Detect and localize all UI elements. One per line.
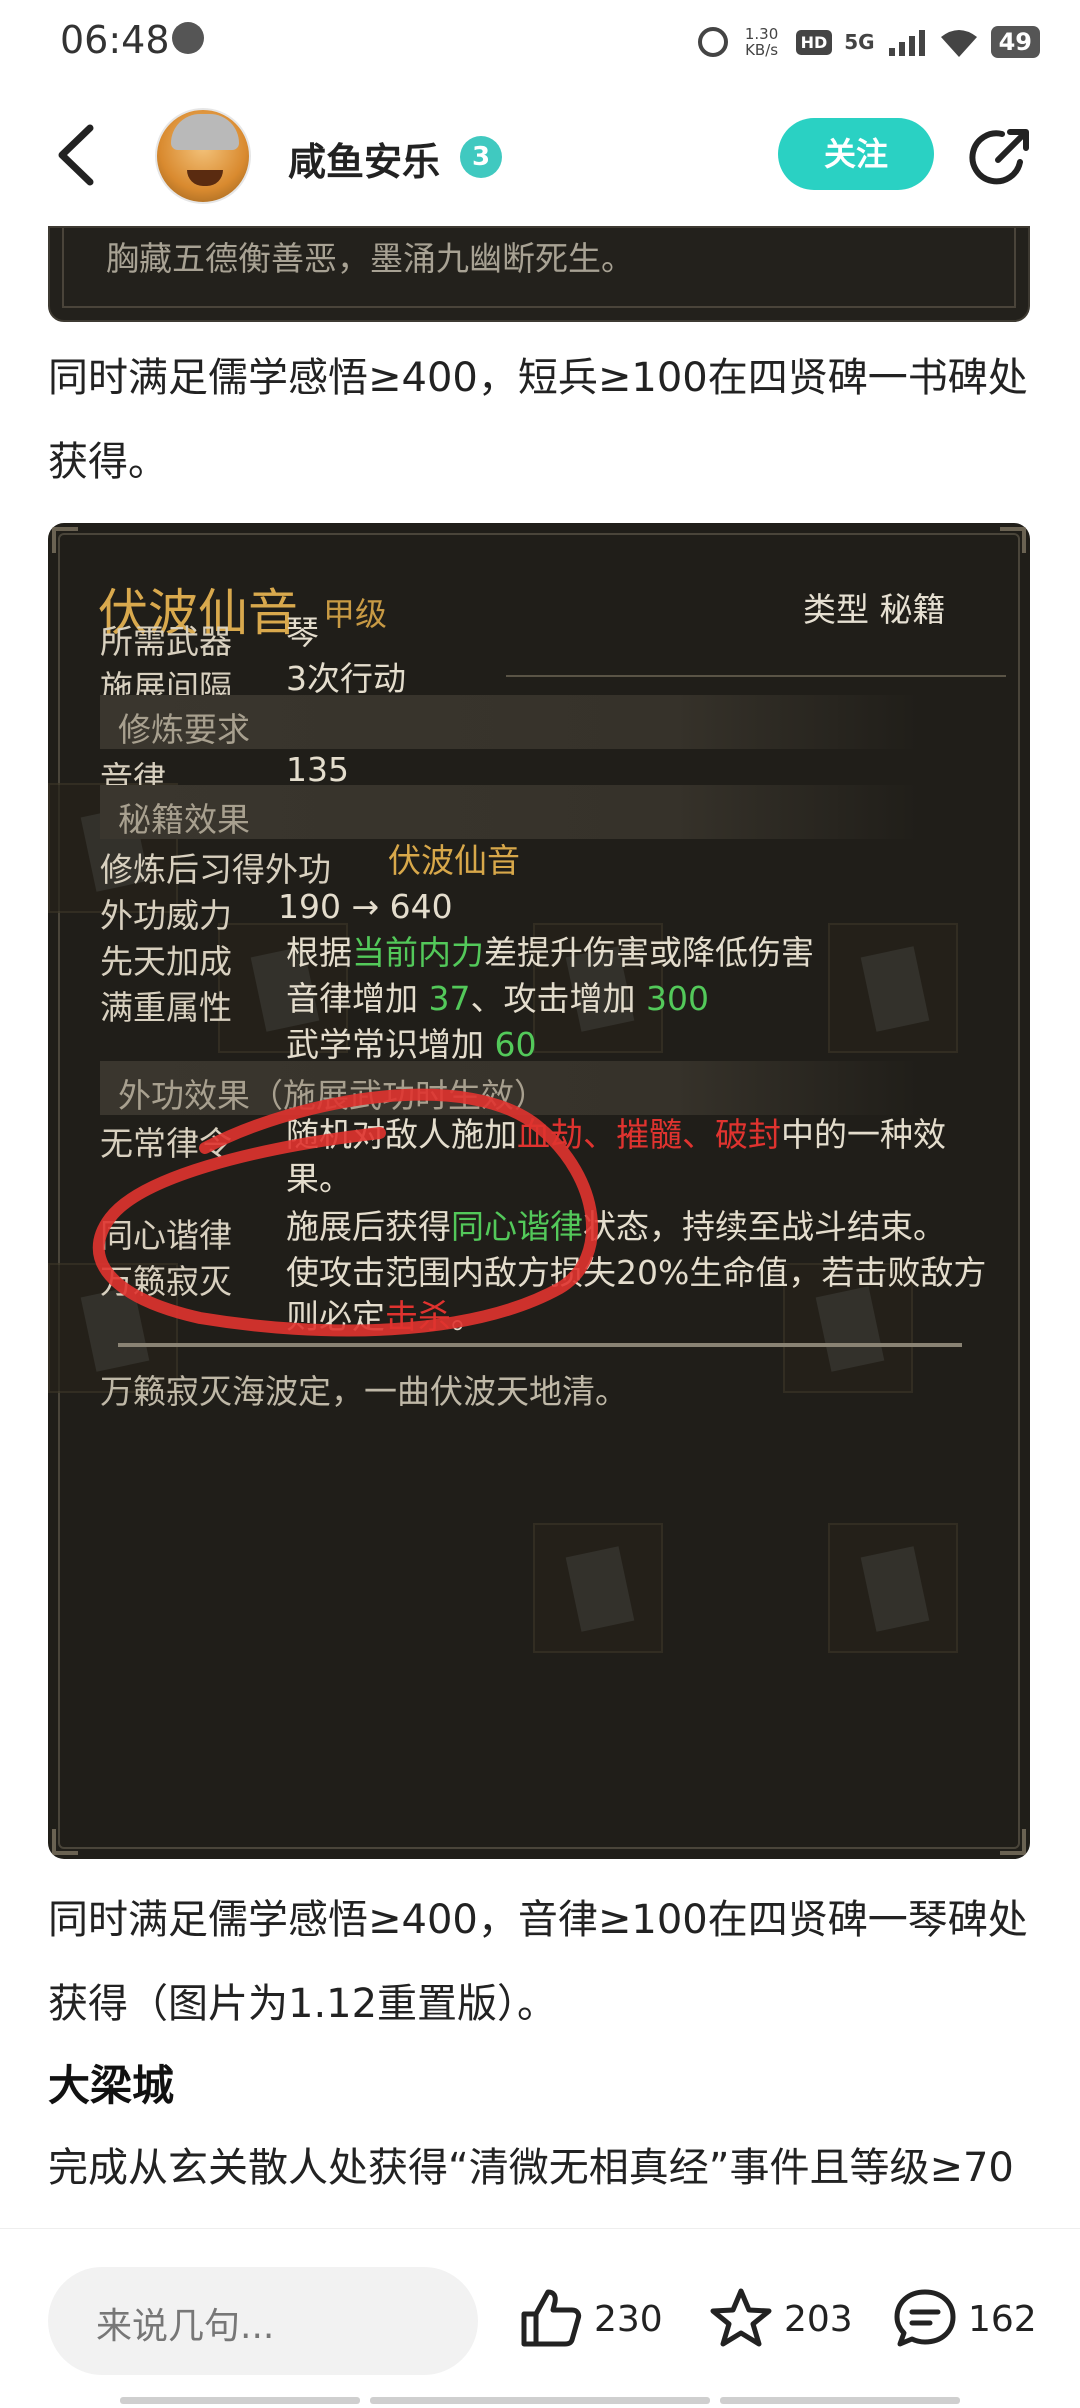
skill-card-image[interactable]: 伏波仙音 甲级 类型 秘籍 所需武器 琴 施展间隔 3次行动 修炼要求 音律 1… xyxy=(48,523,1030,1859)
avatar[interactable] xyxy=(155,108,251,204)
full-label: 满重属性 xyxy=(100,988,232,1027)
paragraph-2: 同时满足儒学感悟≥400，音律≥100在四贤碑一琴碑处获得（图片为1.12重置版… xyxy=(48,1897,1028,2027)
alarm-clock-icon xyxy=(697,27,728,57)
network-type: 5G xyxy=(844,30,875,54)
back-arrow-icon[interactable] xyxy=(48,120,108,190)
effect2-post: 状态，持续至战斗结束。 xyxy=(583,1207,946,1246)
section-effect: 秘籍效果 xyxy=(100,785,920,839)
section-outer: 外功效果（施展武功时生效） xyxy=(100,1061,920,1115)
weapon-label: 所需武器 xyxy=(100,622,232,661)
book-icon xyxy=(860,1546,930,1632)
weapon-value: 琴 xyxy=(286,613,319,652)
full-value-1: 音律增加 37、攻击增加 300 xyxy=(286,977,1006,1021)
full-text: 、攻击增加 xyxy=(470,979,646,1018)
previous-image-panel[interactable]: 胸藏五德衡善恶，墨涌九幽断死生。 xyxy=(48,226,1030,322)
status-time: 06:48 xyxy=(60,18,170,62)
avatar-helmet xyxy=(171,114,239,150)
section-title: 修炼要求 xyxy=(118,710,250,749)
full-text: 武学常识增加 xyxy=(286,1025,495,1064)
comment-count: 162 xyxy=(968,2298,1037,2340)
frame-corner xyxy=(52,1829,78,1855)
full-number: 300 xyxy=(646,979,709,1018)
effect3-value: 使攻击范围内敌方损失20%生命值，若击败敌方则必定击杀。 xyxy=(286,1251,1006,1339)
section-heading: 大梁城 xyxy=(48,2061,175,2110)
power-label: 外功威力 xyxy=(100,896,232,935)
bottom-action-bar: 来说几句... 230 203 162 xyxy=(0,2228,1080,2408)
full-number: 60 xyxy=(494,1025,537,1064)
innate-value: 根据当前内力差提升伤害或降低伤害 xyxy=(286,931,1006,975)
status-bar: 06:48 1.30 KB/s HD 5G 49 xyxy=(0,0,1080,84)
effect3-highlight: 击杀 xyxy=(385,1297,451,1336)
full-text: 音律增加 xyxy=(286,979,429,1018)
star-icon xyxy=(710,2288,772,2347)
comment-input[interactable]: 来说几句... xyxy=(48,2267,478,2375)
battery-icon: 49 xyxy=(990,26,1040,58)
favorite-button[interactable]: 203 xyxy=(708,2279,853,2359)
frame-corner xyxy=(1000,1829,1026,1855)
comment-icon xyxy=(894,2289,956,2347)
background-slot xyxy=(533,1523,663,1653)
effect2-highlight: 同心谐律 xyxy=(451,1207,583,1246)
learn-value: 伏波仙音 xyxy=(388,841,520,880)
innate-post: 差提升伤害或降低伤害 xyxy=(484,933,814,972)
share-icon[interactable] xyxy=(968,124,1034,190)
gesture-pill xyxy=(720,2397,960,2404)
skill-poem: 万籁寂灭海波定，一曲伏波天地清。 xyxy=(100,1372,628,1411)
gesture-pill xyxy=(120,2397,360,2404)
gesture-pill xyxy=(370,2397,710,2404)
comment-placeholder: 来说几句... xyxy=(96,2306,275,2347)
full-number: 37 xyxy=(428,979,471,1018)
power-value: 190 → 640 xyxy=(278,887,453,926)
innate-pre: 根据 xyxy=(286,933,352,972)
follow-button[interactable]: 关注 xyxy=(778,118,934,190)
section-title: 外功效果（施展武功时生效） xyxy=(118,1076,547,1115)
net-speed-unit: KB/s xyxy=(745,41,779,59)
effect3-post: 。 xyxy=(451,1297,484,1336)
favorite-count: 203 xyxy=(784,2298,853,2340)
innate-highlight: 当前内力 xyxy=(352,933,484,972)
effect1-red: 破封 xyxy=(715,1115,781,1154)
panel-poem: 胸藏五德衡善恶，墨涌九幽断死生。 xyxy=(106,239,634,278)
comment-button[interactable]: 162 xyxy=(892,2279,1037,2359)
effect3-label: 万籁寂灭 xyxy=(100,1262,232,1301)
thumbs-up-icon xyxy=(521,2289,582,2347)
net-speed-value: 1.30 xyxy=(744,25,779,43)
divider xyxy=(118,1343,962,1347)
wifi-icon xyxy=(940,30,977,57)
status-icons: 1.30 KB/s HD 5G 49 xyxy=(697,20,1040,64)
learn-label: 修炼后习得外功 xyxy=(100,850,331,889)
gesture-bar xyxy=(0,2397,1080,2405)
article-content: 胸藏五德衡善恶，墨涌九幽断死生。 同时满足儒学感悟≥400，短兵≥100在四贤碑… xyxy=(0,218,1080,2228)
effect2-value: 施展后获得同心谐律状态，持续至战斗结束。 xyxy=(286,1205,1006,1249)
innate-label: 先天加成 xyxy=(100,942,232,981)
author-name[interactable]: 咸鱼安乐 xyxy=(288,131,440,186)
background-slot xyxy=(828,1523,958,1653)
effect2-pre: 施展后获得 xyxy=(286,1207,451,1246)
book-icon xyxy=(565,1546,635,1632)
level-badge: 3 xyxy=(460,136,502,178)
effect1-label: 无常律令 xyxy=(100,1124,232,1163)
frame-corner xyxy=(1000,527,1026,553)
section-train: 修炼要求 xyxy=(100,695,920,749)
net-speed: 1.30 KB/s xyxy=(740,26,784,58)
like-button[interactable]: 230 xyxy=(518,2279,663,2359)
effect1-red: 血劫 xyxy=(517,1115,583,1154)
signal-icon xyxy=(888,30,925,56)
paragraph-3: 完成从玄关散人处获得“清微无相真经”事件且等级≥70后，在巨时末到未时之间，大梁… xyxy=(48,2145,1014,2191)
effect1-sep: 、 xyxy=(682,1115,715,1154)
post-header: 咸鱼安乐 3 关注 xyxy=(0,98,1080,218)
effect1-red: 摧髓 xyxy=(616,1115,682,1154)
alarm-icon xyxy=(172,22,204,54)
hd-icon: HD xyxy=(795,29,833,55)
effect1-value: 随机对敌人施加血劫、摧髓、破封中的一种效果。 xyxy=(286,1113,1006,1201)
effect1-sep: 、 xyxy=(583,1115,616,1154)
section-title: 秘籍效果 xyxy=(118,800,250,839)
like-count: 230 xyxy=(594,2298,663,2340)
effect1-pre: 随机对敌人施加 xyxy=(286,1115,517,1154)
paragraph-1: 同时满足儒学感悟≥400，短兵≥100在四贤碑一书碑处获得。 xyxy=(48,355,1028,485)
effect2-label: 同心谐律 xyxy=(100,1216,232,1255)
frame-corner xyxy=(52,527,78,553)
avatar-mouth xyxy=(187,170,223,186)
